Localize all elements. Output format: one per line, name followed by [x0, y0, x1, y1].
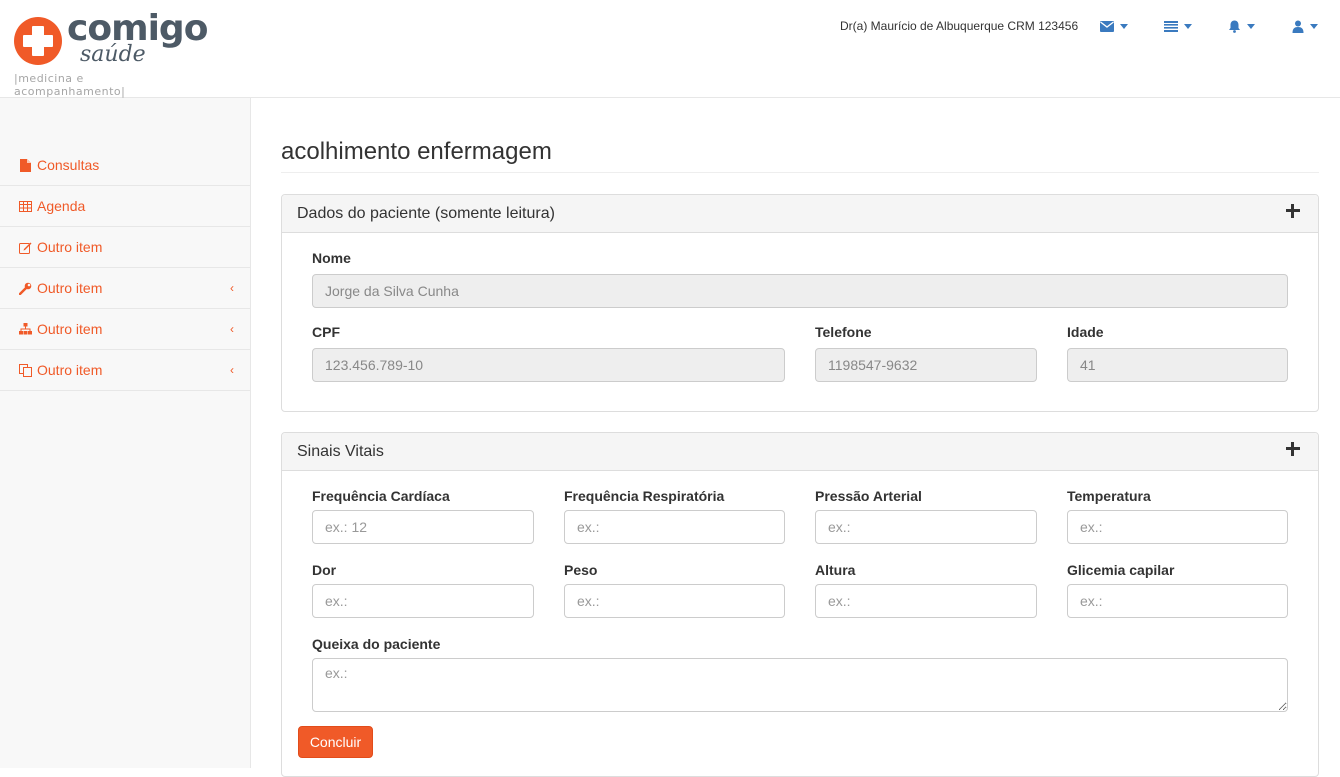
panel-title: Dados do paciente (somente leitura): [297, 204, 555, 222]
altura-input[interactable]: [815, 584, 1037, 618]
bell-icon: [1229, 20, 1240, 33]
copy-icon: [18, 363, 32, 377]
chevron-down-icon: [1310, 23, 1318, 29]
envelope-icon: [1100, 20, 1114, 32]
sidebar-item-outro-3[interactable]: Outro item ‹: [0, 309, 250, 350]
panel-heading: Sinais Vitais: [282, 433, 1318, 471]
title-divider: [281, 172, 1319, 173]
sidebar-item-consultas[interactable]: Consultas: [0, 145, 250, 186]
sidebar-item-outro-4[interactable]: Outro item ‹: [0, 350, 250, 391]
concluir-button[interactable]: Concluir: [298, 726, 373, 758]
nome-label: Nome: [312, 250, 351, 266]
user-dropdown[interactable]: [1292, 17, 1318, 35]
sidebar-item-outro-1[interactable]: Outro item: [0, 227, 250, 268]
chevron-left-icon: ‹: [230, 281, 234, 295]
chevron-left-icon: ‹: [230, 363, 234, 377]
freq-respiratoria-input[interactable]: [564, 510, 785, 544]
chevron-down-icon: [1184, 23, 1192, 29]
altura-label: Altura: [815, 562, 856, 578]
brand-sub: saúde: [80, 42, 146, 67]
chevron-left-icon: ‹: [230, 322, 234, 336]
tasks-dropdown[interactable]: [1164, 17, 1192, 35]
sidebar-item-label: Outro item: [37, 362, 103, 378]
freq-cardiaca-label: Frequência Cardíaca: [312, 488, 450, 504]
file-icon: [18, 158, 32, 172]
peso-label: Peso: [564, 562, 598, 578]
dor-label: Dor: [312, 562, 337, 578]
sidebar-item-label: Outro item: [37, 239, 103, 255]
idade-label: Idade: [1067, 324, 1104, 340]
sidebar-item-label: Outro item: [37, 280, 103, 296]
temperatura-label: Temperatura: [1067, 488, 1151, 504]
alerts-dropdown[interactable]: [1228, 17, 1255, 35]
brand-logo[interactable]: comigo saúde |medicina e acompanhamento|: [12, 8, 208, 98]
expand-plus-icon[interactable]: [1286, 442, 1300, 456]
freq-respiratoria-label: Frequência Respiratória: [564, 488, 725, 504]
table-icon: [18, 199, 32, 213]
sidebar-item-label: Outro item: [37, 321, 103, 337]
user-icon: [1292, 20, 1304, 33]
chevron-down-icon: [1120, 23, 1128, 29]
wrench-icon: [18, 281, 32, 295]
dor-input[interactable]: [312, 584, 534, 618]
brand-tagline: |medicina e acompanhamento|: [14, 72, 126, 98]
sidebar-item-label: Agenda: [37, 198, 86, 214]
sidebar-item-agenda[interactable]: Agenda: [0, 186, 250, 227]
pressao-arterial-label: Pressão Arterial: [815, 488, 922, 504]
list-icon: [1164, 20, 1178, 32]
top-navbar: comigo saúde |medicina e acompanhamento|…: [0, 0, 1340, 98]
patient-panel: Dados do paciente (somente leitura) Nome…: [281, 194, 1319, 412]
chevron-down-icon: [1247, 23, 1255, 29]
panel-title: Sinais Vitais: [297, 442, 384, 460]
telefone-field[interactable]: [815, 348, 1037, 382]
cpf-field[interactable]: [312, 348, 785, 382]
panel-heading: Dados do paciente (somente leitura): [282, 195, 1318, 233]
queixa-textarea[interactable]: [312, 658, 1288, 712]
glicemia-input[interactable]: [1067, 584, 1288, 618]
telefone-label: Telefone: [815, 324, 872, 340]
sidebar: Consultas Agenda Outro item Outro item ‹: [0, 98, 251, 768]
expand-plus-icon[interactable]: [1286, 204, 1300, 218]
sidebar-item-outro-2[interactable]: Outro item ‹: [0, 268, 250, 309]
queixa-label: Queixa do paciente: [312, 636, 441, 652]
cross-logo-icon: [14, 17, 62, 65]
pressao-arterial-input[interactable]: [815, 510, 1037, 544]
cpf-label: CPF: [312, 324, 340, 340]
temperatura-input[interactable]: [1067, 510, 1288, 544]
vitals-panel: Sinais Vitais Frequência Cardíaca Frequê…: [281, 432, 1319, 777]
glicemia-label: Glicemia capilar: [1067, 562, 1175, 578]
page-title: acolhimento enfermagem: [281, 138, 552, 165]
nome-field[interactable]: [312, 274, 1288, 308]
freq-cardiaca-input[interactable]: [312, 510, 534, 544]
idade-field[interactable]: [1067, 348, 1288, 382]
messages-dropdown[interactable]: [1100, 17, 1128, 35]
edit-icon: [18, 240, 32, 254]
peso-input[interactable]: [564, 584, 785, 618]
sidebar-menu: Consultas Agenda Outro item Outro item ‹: [0, 145, 250, 391]
sidebar-item-label: Consultas: [37, 157, 100, 173]
user-name-label: Dr(a) Maurício de Albuquerque CRM 123456: [840, 19, 1079, 33]
sitemap-icon: [18, 322, 32, 336]
